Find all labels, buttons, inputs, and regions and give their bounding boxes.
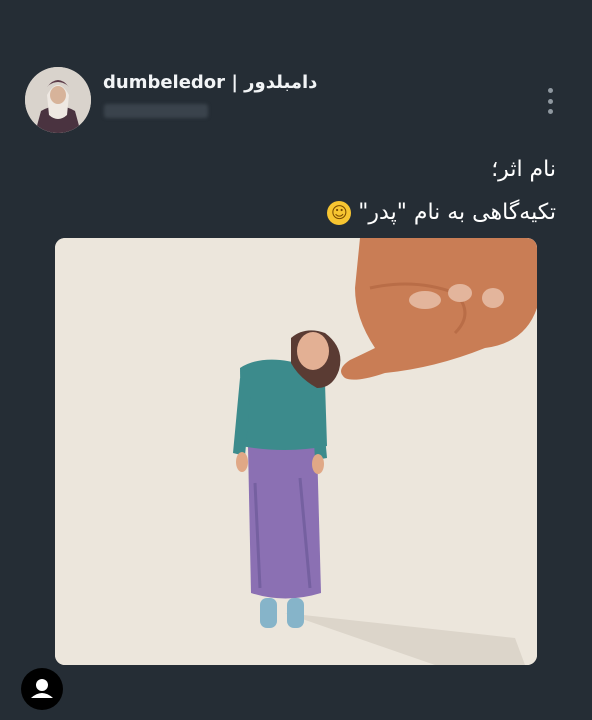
more-vertical-icon (547, 88, 553, 93)
post-caption: نام اثر؛ تکیه‌گاهی به نام "پدر" ☺ (56, 148, 556, 234)
more-options-button[interactable] (544, 88, 556, 114)
profile-button[interactable] (21, 668, 63, 710)
smile-emoji-icon: ☺ (327, 201, 352, 225)
avatar-image (25, 67, 91, 133)
post-image[interactable] (55, 238, 537, 665)
caption-line-2: تکیه‌گاهی به نام "پدر" ☺ (56, 191, 556, 234)
author-avatar[interactable] (25, 67, 91, 133)
user-icon (31, 679, 53, 698)
author-handle-blurred (104, 104, 208, 118)
caption-line-1: نام اثر؛ (491, 157, 556, 182)
illustration (55, 238, 537, 665)
author-username[interactable]: dumbeledor | دامبلدور (103, 72, 317, 93)
caption-text: تکیه‌گاهی به نام "پدر" (358, 200, 556, 225)
